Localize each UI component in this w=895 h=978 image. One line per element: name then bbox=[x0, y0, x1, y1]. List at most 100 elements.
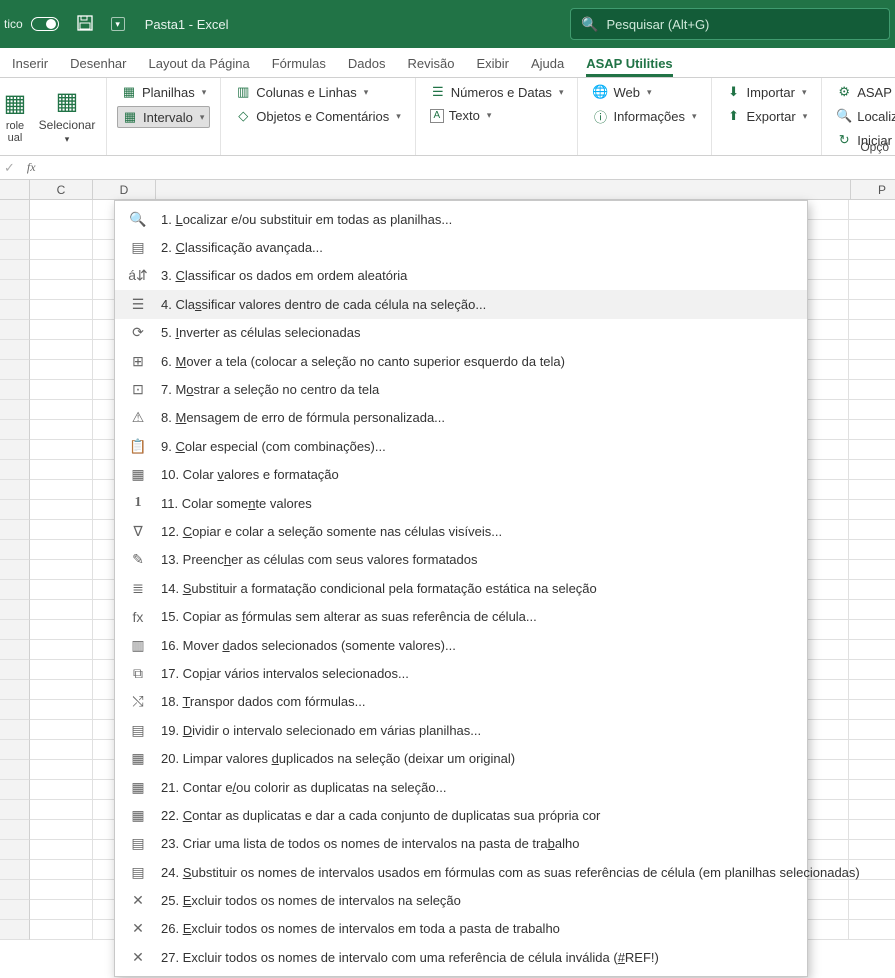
tab-revisao[interactable]: Revisão bbox=[407, 56, 454, 77]
info-icon: ⓘ bbox=[592, 108, 608, 124]
sheets-icon: ▦ bbox=[121, 84, 137, 100]
col-header-d[interactable]: D bbox=[93, 180, 156, 199]
spreadsheet-grid[interactable]: 🔍1. Localizar e/ou substituir em todas a… bbox=[0, 200, 895, 940]
title-bar: tico ▾ Pasta1 - Excel 🔍 Pesquisar (Alt+G… bbox=[0, 0, 895, 48]
tab-ajuda[interactable]: Ajuda bbox=[531, 56, 564, 77]
menu-item-label: 20. Limpar valores duplicados na seleção… bbox=[161, 751, 515, 766]
menu-item-23[interactable]: ▤23. Criar uma lista de todos os nomes d… bbox=[115, 830, 807, 858]
menu-item-icon: ▦ bbox=[129, 778, 147, 796]
tab-inserir[interactable]: Inserir bbox=[12, 56, 48, 77]
menu-item-icon: ▦ bbox=[129, 466, 147, 484]
menu-item-14[interactable]: ≣ 14. Substituir a formatação condicional… bbox=[115, 574, 807, 602]
menu-item-label: 14. Substituir a formatação condicional … bbox=[161, 581, 597, 596]
col-header-p[interactable]: P bbox=[851, 180, 895, 199]
menu-item-icon: 1 bbox=[129, 494, 147, 512]
ribbon-group-num: ☰Números e Datas▾ ATexto▾ bbox=[416, 78, 579, 155]
menu-item-icon: ▥ bbox=[129, 636, 147, 654]
menu-item-17[interactable]: ⧉ 17. Copiar vários intervalos selecionad… bbox=[115, 659, 807, 687]
menu-item-21[interactable]: ▦21. Contar e/ou colorir as duplicatas n… bbox=[115, 773, 807, 801]
menu-item-label: 9. Colar especial (com combinações)... bbox=[161, 439, 386, 454]
tab-desenhar[interactable]: Desenhar bbox=[70, 56, 126, 77]
tab-layout[interactable]: Layout da Página bbox=[149, 56, 250, 77]
menu-item-8[interactable]: ⚠8. Mensagem de erro de fórmula personal… bbox=[115, 404, 807, 432]
menu-item-24[interactable]: ▤24. Substituir os nomes de intervalos u… bbox=[115, 858, 807, 886]
menu-item-label: 2. Classificação avançada... bbox=[161, 240, 323, 255]
asap-options-menu[interactable]: ⚙ASAP Utilitie bbox=[832, 82, 895, 102]
cancel-icon[interactable]: ✓ bbox=[4, 160, 15, 176]
menu-item-13[interactable]: ✎13. Preencher as células com seus valor… bbox=[115, 546, 807, 574]
import-icon: ⬇ bbox=[726, 84, 742, 100]
menu-item-10[interactable]: ▦10. Colar valores e formatação bbox=[115, 461, 807, 489]
menu-item-6[interactable]: ⊞6. Mover a tela (colocar a seleção no c… bbox=[115, 347, 807, 375]
col-header-c[interactable]: C bbox=[30, 180, 93, 199]
menu-item-12[interactable]: ∇12. Copiar e colar a seleção somente na… bbox=[115, 517, 807, 545]
formula-bar[interactable]: ✓ fx bbox=[0, 156, 895, 180]
tab-exibir[interactable]: Exibir bbox=[476, 56, 509, 77]
menu-item-icon: ▤ bbox=[129, 863, 147, 881]
tab-asap-utilities[interactable]: ASAP Utilities bbox=[586, 56, 672, 77]
columns-icon: ▥ bbox=[235, 84, 251, 100]
colunas-menu[interactable]: ▥Colunas e Linhas▾ bbox=[231, 82, 404, 102]
tab-formulas[interactable]: Fórmulas bbox=[272, 56, 326, 77]
ribbon-group-left: ▦ role ual ▦ Selecionar ▾ bbox=[0, 78, 107, 155]
save-icon[interactable] bbox=[77, 15, 93, 34]
fx-icon[interactable]: fx bbox=[27, 160, 36, 175]
localizar-menu[interactable]: 🔍Localizar e s bbox=[832, 106, 895, 126]
autosave-toggle[interactable] bbox=[31, 17, 59, 31]
qat-dropdown[interactable]: ▾ bbox=[111, 17, 125, 31]
menu-item-15[interactable]: fx 15. Copiar as fórmulas sem alterar as … bbox=[115, 602, 807, 630]
menu-item-icon: ≣ bbox=[129, 579, 147, 597]
menu-item-27[interactable]: ✕27. Excluir todos os nomes de intervalo… bbox=[115, 943, 807, 971]
objects-icon: ◇ bbox=[235, 108, 251, 124]
menu-item-icon: ✕ bbox=[129, 892, 147, 910]
menu-item-5[interactable]: ⟳5. Inverter as células selecionadas bbox=[115, 319, 807, 347]
menu-item-icon: ▦ bbox=[129, 806, 147, 824]
big-button-1[interactable]: ▦ role ual bbox=[0, 82, 30, 150]
menu-item-label: 27. Excluir todos os nomes de intervalo … bbox=[161, 950, 659, 965]
menu-item-7[interactable]: ⊡7. Mostrar a seleção no centro da tela bbox=[115, 375, 807, 403]
tab-dados[interactable]: Dados bbox=[348, 56, 386, 77]
menu-item-16[interactable]: ▥16. Mover dados selecionados (somente v… bbox=[115, 631, 807, 659]
planilhas-menu[interactable]: ▦Planilhas▾ bbox=[117, 82, 210, 102]
menu-item-label: 17. Copiar vários intervalos selecionado… bbox=[161, 666, 409, 681]
informacoes-menu[interactable]: ⓘInformações▾ bbox=[588, 106, 700, 126]
menu-item-18[interactable]: ⤭18. Transpor dados com fórmulas... bbox=[115, 688, 807, 716]
menu-item-icon: ▤ bbox=[129, 721, 147, 739]
menu-item-icon: ⤭ bbox=[129, 693, 147, 711]
menu-item-20[interactable]: ▦ 20. Limpar valores duplicados na seleçã… bbox=[115, 744, 807, 772]
search-icon: 🔍 bbox=[581, 16, 598, 33]
menu-item-icon: ⚠ bbox=[129, 409, 147, 427]
selecionar-button[interactable]: ▦ Selecionar ▾ bbox=[38, 82, 96, 150]
intervalo-menu[interactable]: ▦Intervalo▾ bbox=[117, 106, 210, 128]
menu-item-3[interactable]: á⇵3. Classificar os dados em ordem aleat… bbox=[115, 262, 807, 290]
menu-item-icon: ▤ bbox=[129, 239, 147, 257]
menu-item-2[interactable]: ▤ 2. Classificação avançada... bbox=[115, 233, 807, 261]
web-menu[interactable]: 🌐Web▾ bbox=[588, 82, 700, 102]
numeros-menu[interactable]: ☰Números e Datas▾ bbox=[426, 82, 568, 102]
col-header-blank[interactable] bbox=[0, 180, 30, 199]
gear-icon: ⚙ bbox=[836, 84, 852, 100]
menu-item-19[interactable]: ▤19. Dividir o intervalo selecionado em … bbox=[115, 716, 807, 744]
menu-item-icon: fx bbox=[129, 608, 147, 626]
select-icon: ▦ bbox=[56, 87, 79, 116]
menu-item-22[interactable]: ▦22. Contar as duplicatas e dar a cada c… bbox=[115, 801, 807, 829]
reload-icon: ↻ bbox=[836, 132, 852, 148]
menu-item-1[interactable]: 🔍1. Localizar e/ou substituir em todas a… bbox=[115, 205, 807, 233]
menu-item-icon: ⧉ bbox=[129, 664, 147, 682]
objetos-menu[interactable]: ◇Objetos e Comentários▾ bbox=[231, 106, 404, 126]
menu-item-label: 7. Mostrar a seleção no centro da tela bbox=[161, 382, 379, 397]
menu-item-9[interactable]: 📋9. Colar especial (com combinações)... bbox=[115, 432, 807, 460]
exportar-menu[interactable]: ⬆Exportar▾ bbox=[722, 106, 812, 126]
menu-item-4[interactable]: ☰4. Classificar valores dentro de cada c… bbox=[115, 290, 807, 318]
texto-menu[interactable]: ATexto▾ bbox=[426, 106, 568, 125]
menu-item-26[interactable]: ✕26. Excluir todos os nomes de intervalo… bbox=[115, 915, 807, 943]
menu-item-icon: ▦ bbox=[129, 750, 147, 768]
menu-item-25[interactable]: ✕25. Excluir todos os nomes de intervalo… bbox=[115, 886, 807, 914]
menu-item-label: 15. Copiar as fórmulas sem alterar as su… bbox=[161, 609, 537, 624]
menu-item-label: 12. Copiar e colar a seleção somente nas… bbox=[161, 524, 502, 539]
menu-item-label: 24. Substituir os nomes de intervalos us… bbox=[161, 865, 860, 880]
intervalo-dropdown-menu: 🔍1. Localizar e/ou substituir em todas a… bbox=[114, 200, 808, 977]
search-box[interactable]: 🔍 Pesquisar (Alt+G) bbox=[570, 8, 890, 40]
importar-menu[interactable]: ⬇Importar▾ bbox=[722, 82, 812, 102]
menu-item-11[interactable]: 111. Colar somente valores bbox=[115, 489, 807, 517]
